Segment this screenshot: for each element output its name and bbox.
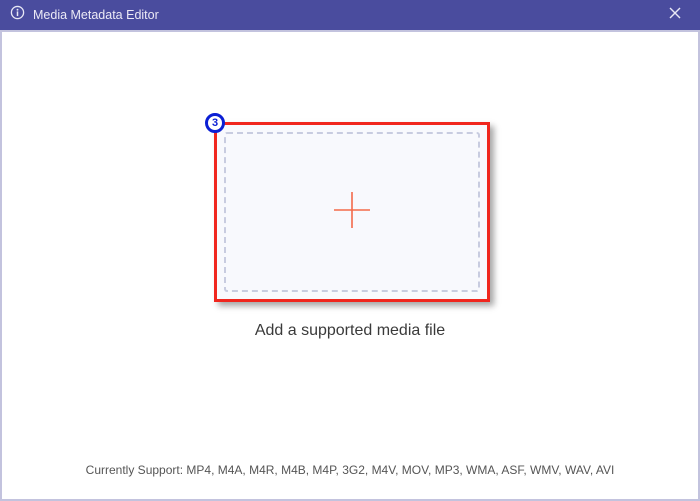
step-badge: 3	[205, 113, 225, 133]
titlebar: Media Metadata Editor	[0, 0, 700, 30]
media-dropzone[interactable]	[214, 122, 490, 302]
app-window: Media Metadata Editor	[0, 0, 700, 501]
window-title: Media Metadata Editor	[33, 8, 159, 22]
dropzone-dashed-border	[224, 132, 480, 292]
content-area: 3 Add a supported media file Currently S…	[0, 30, 700, 501]
supported-formats-label: Currently Support:	[86, 463, 187, 477]
dropzone-instruction: Add a supported media file	[2, 322, 698, 340]
supported-formats-list: MP4, M4A, M4R, M4B, M4P, 3G2, M4V, MOV, …	[186, 463, 614, 477]
plus-icon	[331, 189, 373, 236]
step-badge-number: 3	[212, 118, 218, 129]
titlebar-left: Media Metadata Editor	[10, 5, 159, 25]
close-button[interactable]	[660, 0, 690, 30]
info-icon	[10, 5, 25, 25]
supported-formats-line: Currently Support: MP4, M4A, M4R, M4B, M…	[2, 463, 698, 477]
dropzone-wrapper: 3	[214, 122, 490, 302]
close-icon	[669, 6, 681, 24]
